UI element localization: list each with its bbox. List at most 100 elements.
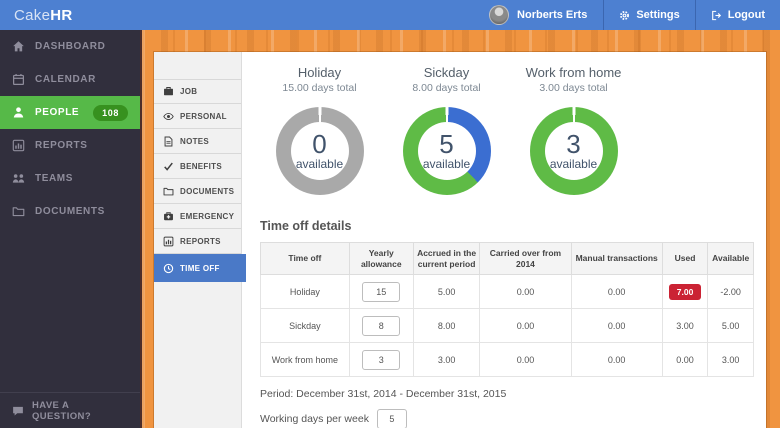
sidebar-item-dashboard[interactable]: DASHBOARD [0,30,140,63]
logo-text-hr: HR [50,7,72,24]
time-off-table: Time off Yearly allowance Accrued in the… [260,242,754,377]
main-frame: JOB PERSONAL NOTES BENEFI [140,30,780,428]
logout-label: Logout [728,9,765,21]
subnav-item-label: NOTES [180,137,209,146]
eye-icon [163,111,174,122]
subnav-item-notes[interactable]: NOTES [154,129,241,154]
cell-name: Holiday [261,275,350,309]
note-icon [163,136,174,147]
yearly-allowance-input[interactable] [362,350,400,370]
subnav-item-documents[interactable]: DOCUMENTS [154,179,241,204]
have-a-question-link[interactable]: HAVE A QUESTION? [0,392,140,428]
logout-button[interactable]: Logout [695,0,780,30]
cell-used: 3.00 [662,309,708,343]
available-count: 5 [439,131,453,157]
gear-icon [619,10,630,21]
group-icon [12,172,25,185]
folder-icon [12,205,25,218]
sidebar: DASHBOARD CALENDAR PEOPLE 108 REPORTS TE… [0,30,140,428]
sidebar-item-label: REPORTS [35,140,88,151]
yearly-allowance-input[interactable] [362,316,400,336]
chart-title: Work from home [510,65,637,80]
working-days-row: Working days per week [260,409,766,428]
used-badge: 7.00 [669,284,702,300]
work-from-home-donut-chart: 3 available [530,107,618,195]
user-menu[interactable]: Norberts Erts [473,0,603,30]
working-days-input[interactable] [377,409,407,428]
sidebar-item-teams[interactable]: TEAMS [0,162,140,195]
cell-used: 0.00 [662,343,708,377]
cell-name: Sickday [261,309,350,343]
cell-name: Work from home [261,343,350,377]
chart-title: Sickday [383,65,510,80]
home-icon [12,40,25,53]
chat-icon [12,405,24,417]
subnav-item-label: DOCUMENTS [180,187,234,196]
sidebar-item-reports[interactable]: REPORTS [0,129,140,162]
subnav-item-emergency[interactable]: EMERGENCY [154,204,241,229]
have-a-question-label: HAVE A QUESTION? [32,400,128,422]
subnav-item-personal[interactable]: PERSONAL [154,104,241,129]
chart-subtitle: 8.00 days total [383,82,510,94]
sidebar-item-label: PEOPLE [35,107,79,118]
subnav-item-reports[interactable]: REPORTS [154,229,241,254]
subnav-item-label: EMERGENCY [180,212,234,221]
user-avatar[interactable] [489,5,509,25]
chart-subtitle: 3.00 days total [510,82,637,94]
cell-manual: 0.00 [571,309,662,343]
col-header-carried-over: Carried over from 2014 [480,243,571,275]
table-row-work-from-home: Work from home 3.00 0.00 0.00 0.00 3.00 [261,343,754,377]
cell-carried-over: 0.00 [480,275,571,309]
donut-charts-row: Holiday 15.00 days total 0 available Sic… [256,65,766,195]
table-row-holiday: Holiday 5.00 0.00 0.00 7.00 -2.00 [261,275,754,309]
settings-button[interactable]: Settings [603,0,694,30]
profile-subnav: JOB PERSONAL NOTES BENEFI [154,52,242,428]
subnav-item-time-off[interactable]: TIME OFF [154,254,246,282]
cell-accrued: 5.00 [413,275,480,309]
holiday-donut-chart: 0 available [276,107,364,195]
sidebar-item-people[interactable]: PEOPLE 108 [0,96,140,129]
check-icon [163,161,174,172]
period-text: Period: December 31st, 2014 - December 3… [260,388,766,400]
sidebar-item-label: DOCUMENTS [35,206,105,217]
subnav-item-job[interactable]: JOB [154,79,241,104]
col-header-yearly-allowance: Yearly allowance [349,243,413,275]
clock-icon [163,263,174,274]
available-count: 0 [312,131,326,157]
cell-manual: 0.00 [571,275,662,309]
available-label: available [296,157,343,171]
sickday-chart-group: Sickday 8.00 days total 5 available [383,65,510,195]
app-logo[interactable]: CakeHR [0,0,86,30]
sickday-donut-chart: 5 available [403,107,491,195]
subnav-item-label: TIME OFF [180,264,220,273]
sidebar-item-calendar[interactable]: CALENDAR [0,63,140,96]
bar-chart-icon [163,236,174,247]
settings-label: Settings [636,9,679,21]
medkit-icon [163,211,174,222]
time-off-details-heading: Time off details [260,219,766,233]
work-from-home-chart-group: Work from home 3.00 days total 3 availab… [510,65,637,195]
sidebar-item-documents[interactable]: DOCUMENTS [0,195,140,228]
briefcase-icon [163,86,174,97]
cell-accrued: 8.00 [413,309,480,343]
sidebar-item-label: TEAMS [35,173,73,184]
logo-text-cake: Cake [14,7,50,24]
person-icon [12,106,25,119]
user-name: Norberts Erts [517,9,587,21]
col-header-manual: Manual transactions [571,243,662,275]
folder-icon [163,186,174,197]
available-count: 3 [566,131,580,157]
subnav-item-label: PERSONAL [180,112,227,121]
cell-carried-over: 0.00 [480,343,571,377]
cell-accrued: 3.00 [413,343,480,377]
cell-available: -2.00 [708,275,754,309]
yearly-allowance-input[interactable] [362,282,400,302]
people-count-badge: 108 [93,105,128,121]
table-row-sickday: Sickday 8.00 0.00 0.00 3.00 5.00 [261,309,754,343]
time-off-panel: Holiday 15.00 days total 0 available Sic… [242,52,766,428]
table-header-row: Time off Yearly allowance Accrued in the… [261,243,754,275]
subnav-item-benefits[interactable]: BENEFITS [154,154,241,179]
top-navbar: CakeHR Norberts Erts Settings Logout [0,0,780,30]
working-days-label: Working days per week [260,413,369,425]
bar-chart-icon [12,139,25,152]
